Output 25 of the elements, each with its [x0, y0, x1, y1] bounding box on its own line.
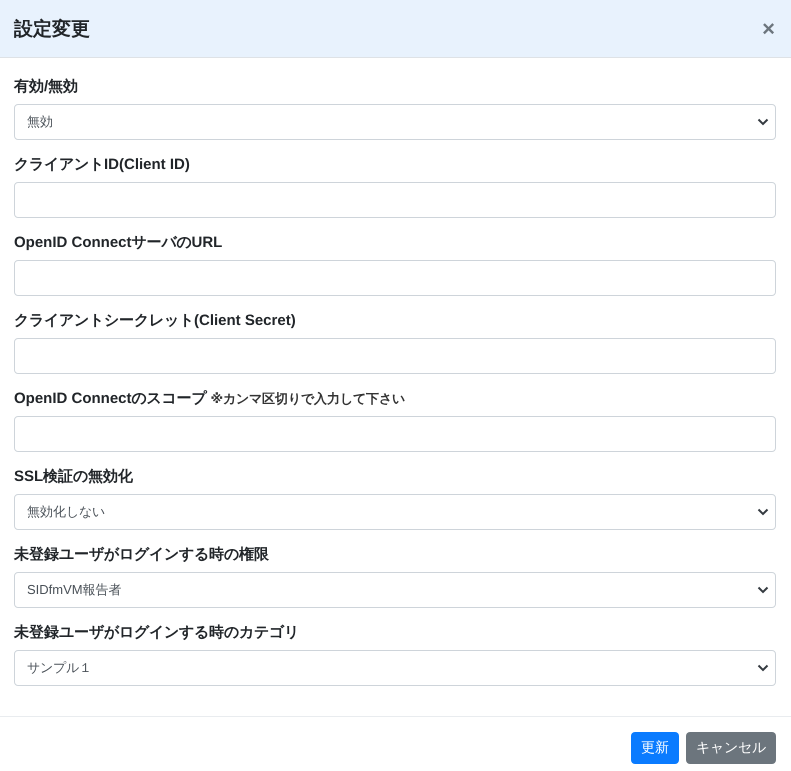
input-field[interactable]: [14, 182, 776, 218]
select-field[interactable]: SIDfmVM報告者: [14, 572, 776, 608]
field-label: 未登録ユーザがログインする時の権限: [14, 545, 269, 565]
input-field[interactable]: [14, 416, 776, 452]
field-label: SSL検証の無効化: [14, 467, 134, 487]
input-field[interactable]: [14, 260, 776, 296]
chevron-down-icon: [757, 664, 769, 672]
update-button[interactable]: 更新: [631, 732, 679, 764]
field-label: OpenID ConnectサーバのURL: [14, 233, 222, 253]
input-field[interactable]: [14, 338, 776, 374]
select-field[interactable]: サンプル１: [14, 650, 776, 686]
select-field[interactable]: 無効: [14, 104, 776, 140]
chevron-down-icon: [757, 118, 769, 126]
chevron-down-icon: [757, 508, 769, 516]
field-note: ※カンマ区切りで入力して下さい: [210, 390, 406, 408]
field-label: OpenID Connectのスコープ: [14, 389, 207, 409]
field-label: 未登録ユーザがログインする時のカテゴリ: [14, 623, 299, 643]
field-label: 有効/無効: [14, 77, 78, 97]
cancel-button[interactable]: キャンセル: [686, 732, 776, 764]
select-field[interactable]: 無効化しない: [14, 494, 776, 530]
field-label: クライアントシークレット(Client Secret): [14, 311, 296, 331]
chevron-down-icon: [757, 586, 769, 594]
dialog-title: 設定変更: [14, 18, 90, 42]
field-label: クライアントID(Client ID): [14, 155, 190, 175]
close-button[interactable]: ×: [760, 18, 777, 40]
